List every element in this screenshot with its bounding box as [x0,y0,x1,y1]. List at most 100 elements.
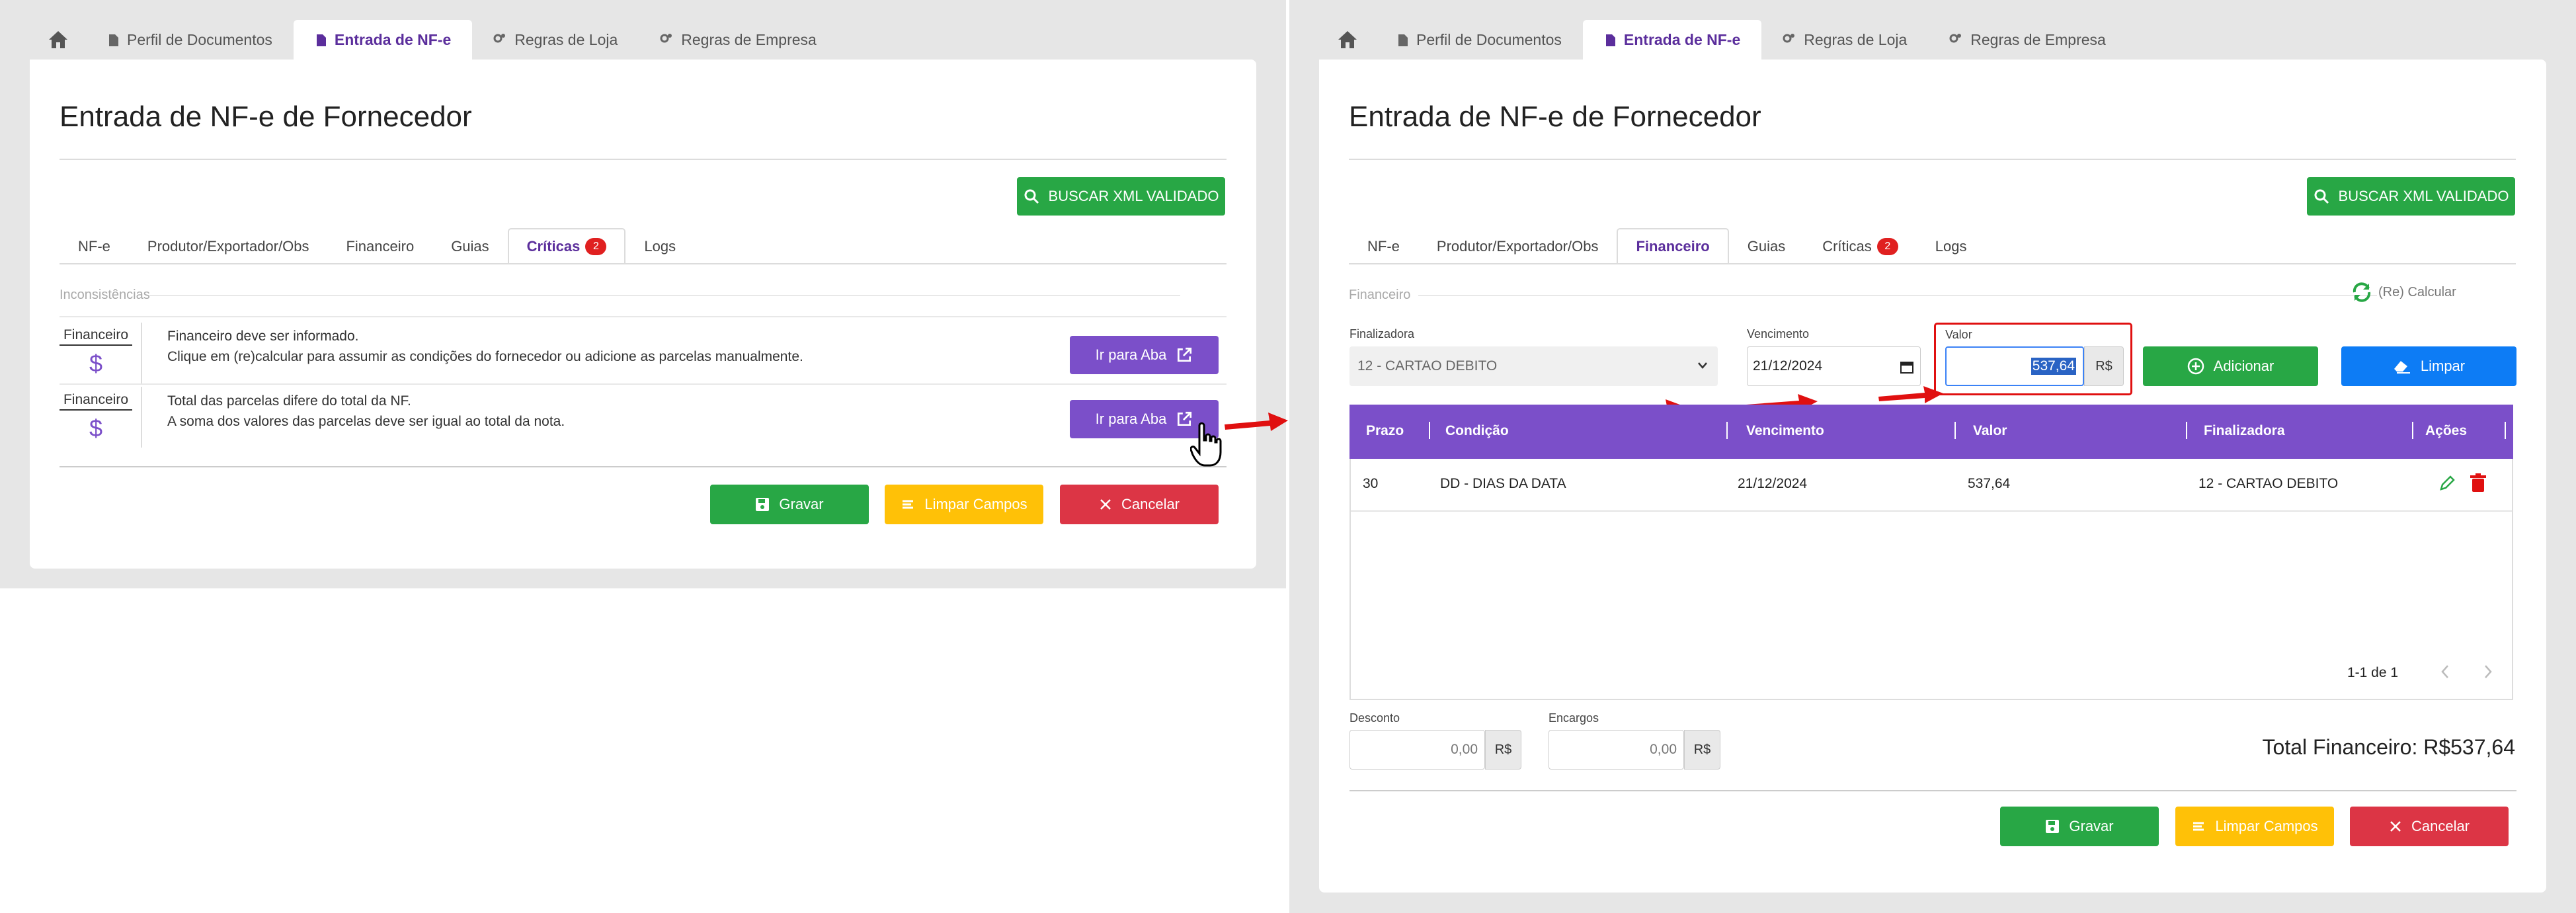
top-navigation: Perfil de Documentos Entrada de NF-e Reg… [1319,20,2127,60]
nav-tab-label: Perfil de Documentos [127,30,272,48]
tab-financeiro[interactable]: Financeiro [1617,228,1729,264]
nav-tab-perfil[interactable]: Perfil de Documentos [86,20,294,60]
tab-guias[interactable]: Guias [432,228,507,264]
issue-detail: A soma dos valores das parcelas deve ser… [167,414,565,429]
column-separator [1954,422,1956,439]
column-header: Ações [2425,423,2468,438]
tab-nfe[interactable]: NF-e [60,228,129,264]
tab-produtor[interactable]: Produtor/Exportador/Obs [1418,228,1617,264]
divider [141,323,142,383]
search-xml-label: BUSCAR XML VALIDADO [2338,188,2509,204]
nav-tab-label: Perfil de Documentos [1416,30,1562,48]
close-icon [1100,499,1111,510]
column-header[interactable]: Prazo [1366,423,1404,439]
cell-valor: 537,64 [1968,476,2011,491]
vencimento-label: Vencimento [1747,327,1810,340]
column-header[interactable]: Condição [1445,423,1509,439]
issue-category: Financeiro $ [60,392,132,442]
nav-tab-regras-empresa[interactable]: Regras de Empresa [639,20,838,60]
tab-logs[interactable]: Logs [1917,228,1986,264]
issue-message: Total das parcelas difere do total da NF… [167,391,565,432]
subtabs: NF-e Produtor/Exportador/Obs Financeiro … [60,228,694,264]
document-icon [107,33,118,46]
table-body: 30 DD - DIAS DA DATA 21/12/2024 537,64 1… [1349,459,2513,700]
clear-button[interactable]: Limpar [2341,346,2516,386]
nav-tab-regras-loja[interactable]: Regras de Loja [472,20,639,60]
save-label: Gravar [2069,818,2114,834]
column-header[interactable]: Vencimento [1746,423,1824,439]
go-to-tab-button[interactable]: Ir para Aba [1070,336,1219,374]
section-rule [149,295,1180,296]
divider [60,159,1227,160]
issue-detail: Clique em (re)calcular para assumir as c… [167,349,803,364]
issue-title: Financeiro deve ser informado. [167,329,359,344]
cell-condicao: DD - DIAS DA DATA [1440,476,1566,491]
page-title: Entrada de NF-e de Fornecedor [60,100,472,133]
total-financeiro: Total Financeiro: R$537,64 [2262,735,2515,759]
nav-tab-regras-loja[interactable]: Regras de Loja [1761,20,1928,60]
cancel-label: Cancelar [1121,496,1180,512]
column-separator [2186,422,2187,439]
main-card: Entrada de NF-e de Fornecedor BUSCAR XML… [30,60,1256,569]
eraser-icon [2394,361,2410,374]
criticas-count-badge: 2 [585,237,607,255]
search-xml-button[interactable]: BUSCAR XML VALIDADO [2307,177,2515,216]
clear-fields-button[interactable]: Limpar Campos [2175,807,2334,846]
table-row[interactable]: 30 DD - DIAS DA DATA 21/12/2024 537,64 1… [1351,459,2512,512]
cancel-button[interactable]: Cancelar [2350,807,2509,846]
chevron-down-icon [1698,362,1707,369]
clear-label: Limpar [2420,358,2466,374]
tab-produtor[interactable]: Produtor/Exportador/Obs [129,228,328,264]
tab-criticas[interactable]: Críticas 2 [507,228,626,264]
tab-criticas-label: Críticas [526,237,581,255]
subtabs-underline [60,263,1227,264]
chevron-right-icon[interactable] [2483,664,2493,680]
column-header[interactable]: Finalizadora [2204,423,2285,439]
recalc-label: (Re) Calcular [2378,284,2456,299]
home-icon[interactable] [1319,20,1375,60]
nav-tab-regras-empresa[interactable]: Regras de Empresa [1928,20,2127,60]
criticas-count-badge: 2 [1876,238,1898,255]
vencimento-value: 21/12/2024 [1753,358,1823,374]
row-divider [60,383,1227,385]
tab-criticas[interactable]: Críticas 2 [1804,228,1917,264]
edit-pencil-icon[interactable] [2438,475,2456,493]
tab-financeiro[interactable]: Financeiro [327,228,432,264]
column-separator [2505,422,2506,439]
cancel-button[interactable]: Cancelar [1060,485,1219,524]
go-to-tab-label: Ir para Aba [1095,346,1167,363]
gears-icon [1783,31,1804,49]
column-separator [2412,422,2413,439]
nav-tab-label: Entrada de NF-e [334,30,452,48]
column-header[interactable]: Valor [1973,423,2007,439]
search-xml-button[interactable]: BUSCAR XML VALIDADO [1017,177,1225,216]
calendar-icon[interactable] [1900,360,1913,374]
cell-prazo: 30 [1363,476,1379,491]
encargos-field[interactable]: 0,00 [1549,730,1684,770]
add-button[interactable]: Adicionar [2143,346,2318,386]
encargos-value: 0,00 [1650,742,1677,757]
tab-logs[interactable]: Logs [625,228,694,264]
trash-icon[interactable] [2470,473,2487,493]
finalizadora-label: Finalizadora [1349,327,1415,340]
home-icon[interactable] [30,20,86,60]
desconto-field[interactable]: 0,00 [1349,730,1485,770]
issue-category-label: Financeiro [60,392,132,411]
eraser-icon [903,500,914,509]
table-header: Prazo Condição Vencimento Valor Finaliza… [1349,405,2513,459]
tab-nfe[interactable]: NF-e [1349,228,1418,264]
save-button[interactable]: Gravar [2000,807,2159,846]
nav-tab-entrada[interactable]: Entrada de NF-e [1582,20,1762,60]
nav-tab-perfil[interactable]: Perfil de Documentos [1375,20,1583,60]
recalc-button[interactable]: (Re) Calcular [2351,281,2456,303]
document-icon [315,33,326,46]
save-button[interactable]: Gravar [710,485,869,524]
finalizadora-value: 12 - CARTAO DEBITO [1357,358,1498,374]
nav-tab-entrada[interactable]: Entrada de NF-e [293,20,473,60]
document-icon [1396,33,1408,46]
chevron-left-icon[interactable] [2440,664,2450,680]
valor-value: 537,64 [2031,358,2076,375]
clear-fields-button[interactable]: Limpar Campos [885,485,1043,524]
page-title: Entrada de NF-e de Fornecedor [1349,100,1761,133]
tab-guias[interactable]: Guias [1729,228,1804,264]
